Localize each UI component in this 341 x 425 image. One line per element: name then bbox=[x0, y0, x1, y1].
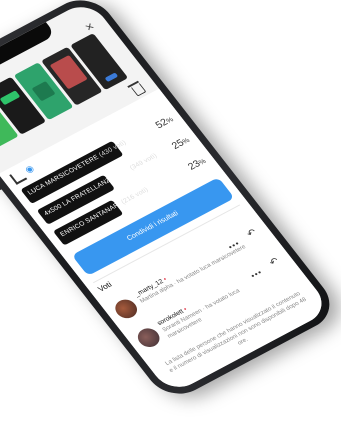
verified-dot-icon: • bbox=[162, 276, 169, 283]
phone-screen: × ◉ LUCA MARSICOVETERE (430 voti) 52% 4x… bbox=[0, 0, 332, 395]
avatar[interactable] bbox=[111, 296, 142, 322]
trash-icon[interactable] bbox=[130, 83, 147, 97]
bar-chart-icon[interactable] bbox=[9, 169, 28, 185]
reply-icon[interactable]: ↶ bbox=[267, 256, 281, 269]
reply-icon[interactable]: ↶ bbox=[245, 227, 259, 240]
verified-dot-icon: • bbox=[182, 306, 189, 313]
poll-option-votes: (216 voti) bbox=[119, 186, 151, 206]
broadcast-icon: ◉ bbox=[22, 163, 36, 175]
phone-mockup: × ◉ LUCA MARSICOVETERE (430 voti) 52% 4x… bbox=[0, 0, 341, 404]
avatar[interactable] bbox=[133, 324, 164, 351]
phone-frame: × ◉ LUCA MARSICOVETERE (430 voti) 52% 4x… bbox=[0, 0, 341, 404]
poll-results-panel: ◉ LUCA MARSICOVETERE (430 voti) 52% 4x50… bbox=[0, 88, 332, 395]
poll-option-votes: (349 voti) bbox=[128, 152, 159, 172]
